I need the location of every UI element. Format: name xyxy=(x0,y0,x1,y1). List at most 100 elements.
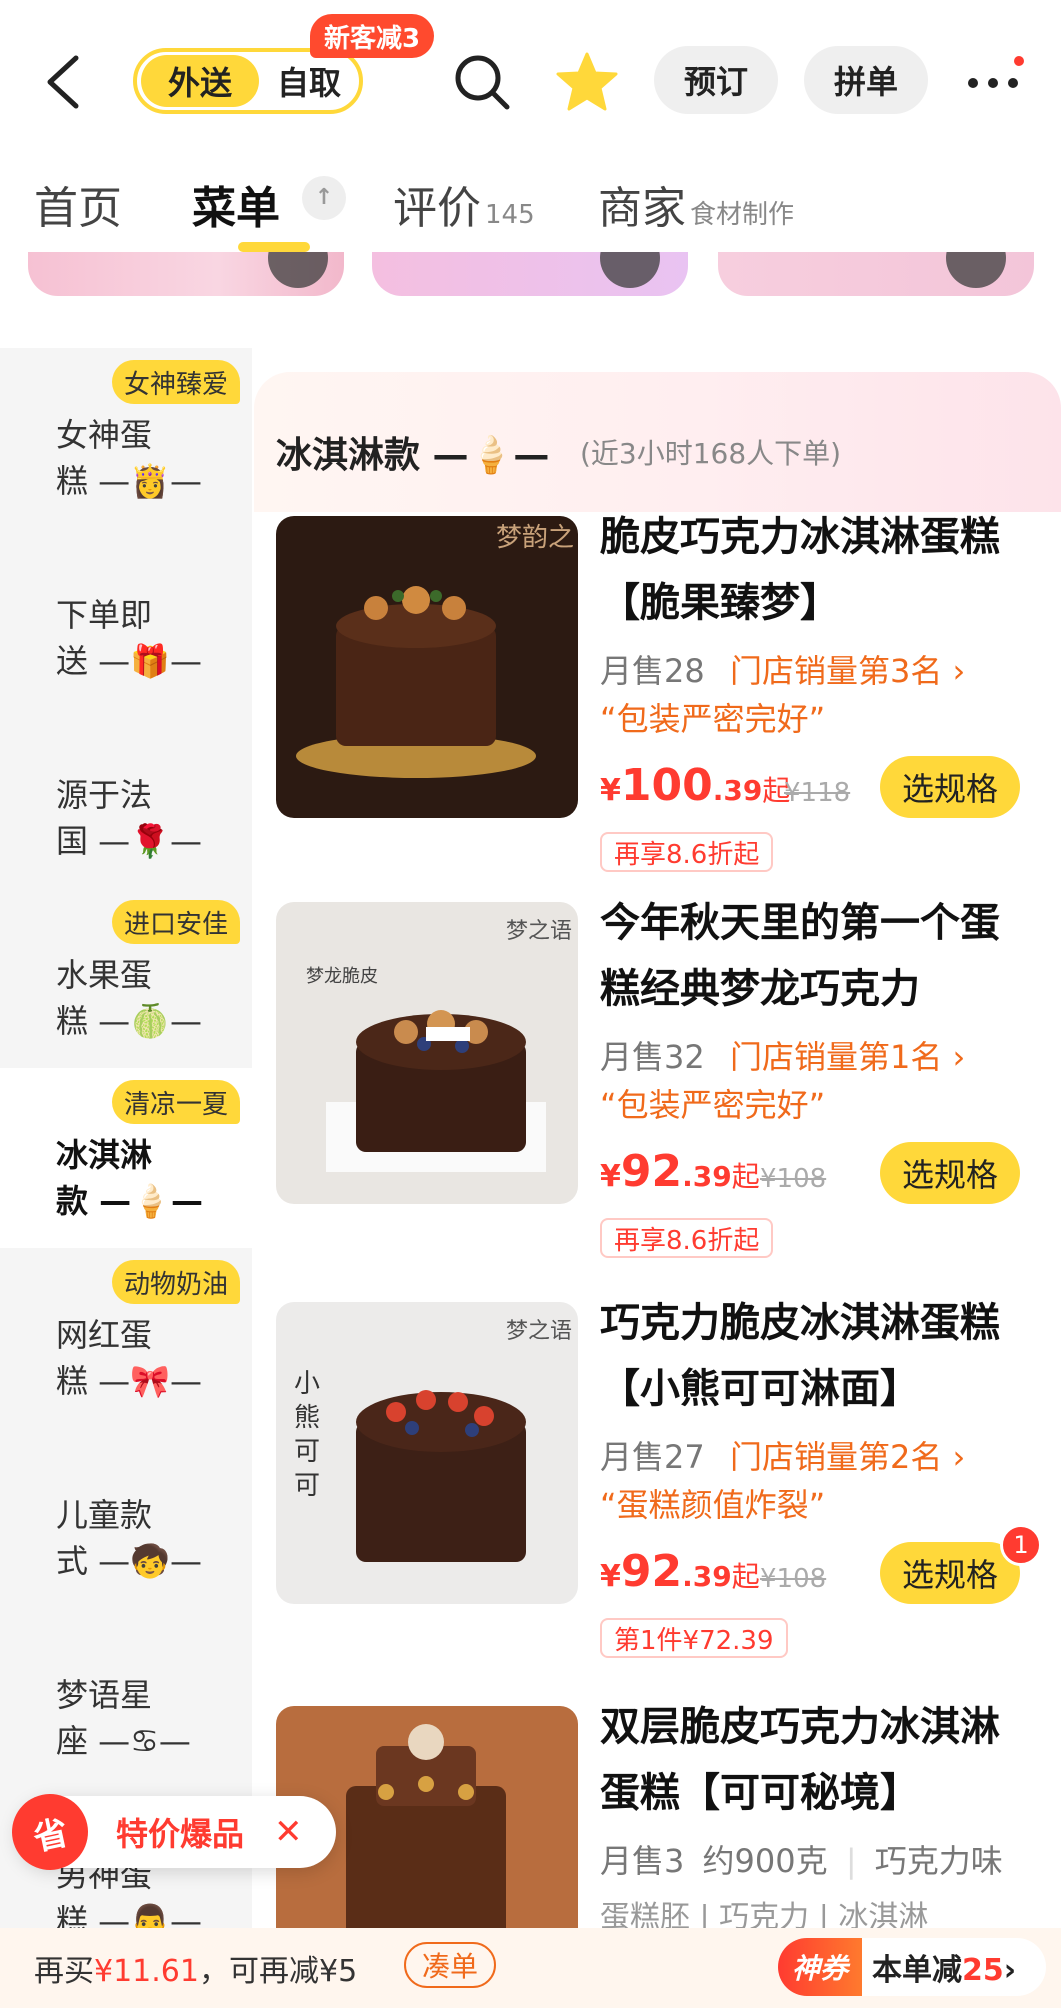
original-price: ¥118 xyxy=(784,778,851,808)
svg-text:可: 可 xyxy=(294,1471,320,1501)
sidebar-item-order-gift[interactable]: 下单即送 —🎁— xyxy=(0,528,252,708)
banner-arrow-icon xyxy=(268,252,328,288)
new-customer-promo-badge: 新客减3 xyxy=(310,14,435,58)
category-badge: 动物奶油 xyxy=(111,1260,240,1304)
cart-summary-bar: 再买¥11.61，可再减¥5 凑单 神券 本单减25› xyxy=(0,1928,1061,2008)
cart-count-badge: 1 xyxy=(1000,1524,1042,1566)
tab-menu-label: 菜单 xyxy=(192,183,280,234)
category-label: 女神蛋糕 —👸— xyxy=(56,416,203,500)
discount-tag: 再享8.6折起 xyxy=(600,1218,774,1258)
merchant-subtitle: 食材制作 xyxy=(690,200,795,230)
svg-text:小: 小 xyxy=(294,1369,320,1399)
product-card[interactable]: 梦之语 小 熊 可 可 巧克力脆皮冰淇淋蛋糕【小熊可可淋面】 月售27 门店销量… xyxy=(254,1300,1061,1702)
product-image[interactable]: 梦韵之 xyxy=(276,516,578,818)
svg-text:梦龙脆皮: 梦龙脆皮 xyxy=(306,966,378,987)
close-icon[interactable]: ✕ xyxy=(274,1812,303,1852)
first-item-price-tag: 第1件¥72.39 xyxy=(600,1618,788,1658)
svg-text:熊: 熊 xyxy=(294,1403,320,1433)
store-rank-link[interactable]: 门店销量第1名 › xyxy=(730,1032,965,1078)
original-price: ¥108 xyxy=(760,1564,827,1594)
svg-text:梦之语: 梦之语 xyxy=(506,1319,572,1344)
monthly-sales: 月售32 xyxy=(600,1038,705,1076)
back-arrow-icon[interactable] xyxy=(40,52,90,112)
section-subtitle: (近3小时168人下单) xyxy=(580,437,842,470)
store-tabs: 首页 菜单 ↑ 评价 145 商家 食材制作 xyxy=(0,160,1061,252)
banner-arrow-icon xyxy=(600,252,660,288)
sidebar-item-trendy-cake[interactable]: 动物奶油 网红蛋糕 —🎀— xyxy=(0,1248,252,1428)
product-card[interactable]: 梦韵之 脆皮巧克力冰淇淋蛋糕【脆果臻梦】 月售28 门店销量第3名 › “包装严… xyxy=(254,514,1061,916)
delivery-option[interactable]: 外送 xyxy=(141,55,259,107)
category-badge: 女神臻爱 xyxy=(111,360,240,404)
review-quote: “包装严密完好” xyxy=(600,700,826,738)
coupon-discount: 本单减25› xyxy=(872,1953,1017,1988)
promo-banner[interactable] xyxy=(372,252,688,296)
monthly-sales: 月售3 xyxy=(600,1842,685,1880)
top-bar: 外送 自取 新客减3 预订 拼单 xyxy=(0,0,1061,160)
review-quote: “包装严密完好” xyxy=(600,1086,826,1124)
more-options-icon[interactable] xyxy=(968,56,1028,106)
category-label: 儿童款式 —🧒— xyxy=(56,1496,203,1580)
super-coupon-button[interactable]: 神券 本单减25› xyxy=(778,1938,1046,1996)
select-spec-button[interactable]: 选规格 xyxy=(880,1142,1020,1204)
category-label: 下单即送 —🎁— xyxy=(56,596,203,680)
svg-text:梦韵之: 梦韵之 xyxy=(496,523,574,553)
add-on-button[interactable]: 凑单 xyxy=(404,1942,497,1988)
product-name: 今年秋天里的第一个蛋糕经典梦龙巧克力 xyxy=(600,900,1000,1012)
coupon-tag: 神券 xyxy=(778,1938,863,1996)
sidebar-item-goddess-cake[interactable]: 女神臻爱 女神蛋糕 —👸— xyxy=(0,348,252,528)
product-price: ¥100.39起 xyxy=(600,760,791,811)
sidebar-item-from-france[interactable]: 源于法国 —🌹— xyxy=(0,708,252,888)
tab-merchant-label: 商家 xyxy=(598,183,686,234)
category-sidebar: 女神臻爱 女神蛋糕 —👸— 下单即送 —🎁— 源于法国 —🌹— 进口安佳 水果蛋… xyxy=(0,348,252,1940)
product-image[interactable]: 梦之语 梦龙脆皮 xyxy=(276,902,578,1204)
select-spec-button[interactable]: 选规格 xyxy=(880,756,1020,818)
special-offer-label: 特价爆品 xyxy=(116,1815,245,1853)
active-tab-indicator xyxy=(238,242,310,252)
product-card[interactable]: 梦之语 梦龙脆皮 今年秋天里的第一个蛋糕经典梦龙巧克力 月售32 门店销量第1名… xyxy=(254,900,1061,1302)
pin-top-icon[interactable]: ↑ xyxy=(302,176,346,220)
store-rank-link[interactable]: 门店销量第3名 › xyxy=(730,646,965,692)
section-header: 冰淇淋款 —🍦— (近3小时168人下单) xyxy=(254,372,1061,512)
tab-reviews[interactable]: 评价 145 xyxy=(393,172,535,236)
tab-home-label: 首页 xyxy=(34,183,122,234)
product-name: 双层脆皮巧克力冰淇淋蛋糕【可可秘境】 xyxy=(600,1704,1000,1816)
monthly-sales: 月售28 xyxy=(600,652,705,690)
product-price: ¥92.39起 xyxy=(600,1546,760,1597)
sidebar-item-kids[interactable]: 儿童款式 —🧒— xyxy=(0,1428,252,1608)
svg-text:梦之语: 梦之语 xyxy=(506,919,572,944)
category-badge: 进口安佳 xyxy=(111,900,240,944)
promo-banner-strip xyxy=(0,252,1061,298)
reserve-button[interactable]: 预订 xyxy=(654,46,778,114)
reviews-count: 145 xyxy=(485,200,535,230)
pickup-option[interactable]: 自取 xyxy=(259,58,359,104)
group-order-button[interactable]: 拼单 xyxy=(804,46,928,114)
sidebar-item-ice-cream[interactable]: 清凉一夏 冰淇淋款 —🍦— xyxy=(0,1068,252,1248)
svg-text:可: 可 xyxy=(294,1437,320,1467)
product-price: ¥92.39起 xyxy=(600,1146,760,1197)
product-weight: 约900克 xyxy=(702,1842,828,1880)
select-spec-button[interactable]: 选规格 xyxy=(880,1542,1020,1604)
cart-discount-hint: 再买¥11.61，可再减¥5 xyxy=(34,1954,358,1989)
sidebar-item-zodiac[interactable]: 梦语星座 —♋— xyxy=(0,1608,252,1788)
product-meta: 月售3 约900克 | 巧克力味 xyxy=(600,1842,1003,1880)
promo-banner[interactable] xyxy=(28,252,344,296)
banner-arrow-icon xyxy=(946,252,1006,288)
tab-merchant[interactable]: 商家 食材制作 xyxy=(598,172,794,236)
sidebar-item-fruit-cake[interactable]: 进口安佳 水果蛋糕 —🍈— xyxy=(0,888,252,1068)
search-icon[interactable] xyxy=(452,52,512,112)
tab-home[interactable]: 首页 xyxy=(34,172,122,236)
monthly-sales: 月售27 xyxy=(600,1438,705,1476)
original-price: ¥108 xyxy=(760,1164,827,1194)
store-rank-link[interactable]: 门店销量第2名 › xyxy=(730,1432,965,1478)
section-title: 冰淇淋款 —🍦— xyxy=(276,435,550,476)
product-name: 脆皮巧克力冰淇淋蛋糕【脆果臻梦】 xyxy=(600,514,1000,626)
category-label: 冰淇淋款 —🍦— xyxy=(56,1136,203,1220)
product-name: 巧克力脆皮冰淇淋蛋糕【小熊可可淋面】 xyxy=(600,1300,1000,1412)
tab-menu[interactable]: 菜单 ↑ xyxy=(192,172,346,252)
favorite-star-icon[interactable] xyxy=(555,50,619,114)
discount-tag: 再享8.6折起 xyxy=(600,832,774,872)
category-badge: 清凉一夏 xyxy=(111,1080,240,1124)
product-image[interactable]: 梦之语 小 熊 可 可 xyxy=(276,1302,578,1604)
special-offer-float[interactable]: 省 特价爆品 ✕ xyxy=(4,1786,336,1878)
promo-banner[interactable] xyxy=(718,252,1034,296)
